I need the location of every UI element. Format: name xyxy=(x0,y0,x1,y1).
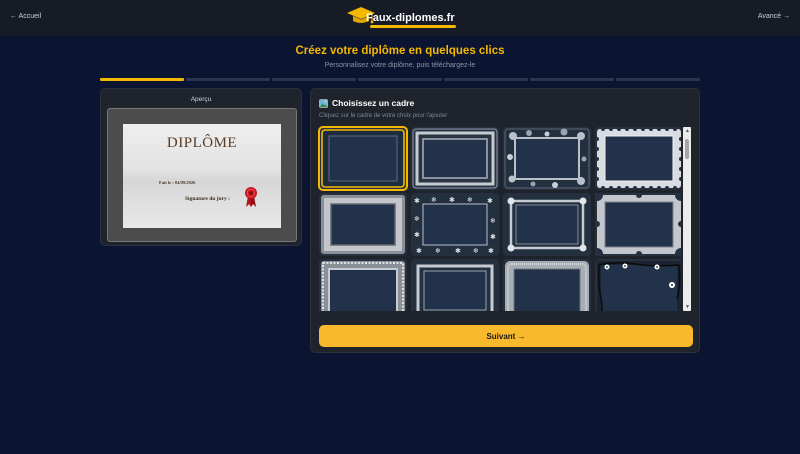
frames-scrollbar[interactable]: ▲ ▼ xyxy=(683,127,691,311)
svg-text:❄: ❄ xyxy=(435,247,441,255)
frame-option-notched[interactable] xyxy=(595,193,681,256)
page-title: Créez votre diplôme en quelques clics xyxy=(295,45,505,57)
svg-text:✱: ✱ xyxy=(449,196,455,204)
progress-step xyxy=(444,78,528,81)
frame-option-snowflakes[interactable]: ✱ ❄ ✱ ❄ ✱ ❄ ❄ ✱ ✱ ✱ ❄ ✱ ❄ ✱ xyxy=(411,193,499,256)
frames-grid: ✱ ❄ ✱ ❄ ✱ ❄ ❄ ✱ ✱ ✱ ❄ ✱ ❄ ✱ xyxy=(317,125,681,311)
scroll-thumb[interactable] xyxy=(685,139,689,159)
logo-text: Faux-diplomes.fr xyxy=(366,12,455,24)
preview-label: Aperçu xyxy=(190,96,212,103)
frame-option-textured[interactable] xyxy=(503,259,591,311)
scroll-down-icon[interactable]: ▼ xyxy=(685,304,690,310)
logo-underline xyxy=(370,25,456,28)
progress-step xyxy=(272,78,356,81)
scroll-up-icon[interactable]: ▲ xyxy=(685,128,690,134)
svg-text:✱: ✱ xyxy=(490,233,496,241)
diploma-date: Fait le : 04/09/2026 xyxy=(159,180,196,185)
progress-step xyxy=(616,78,700,81)
picture-icon xyxy=(319,98,328,108)
frame-option-classic-silver[interactable] xyxy=(411,259,499,311)
top-bar: ← Accueil Faux-diplomes.fr Avancé → xyxy=(0,0,800,36)
svg-text:✱: ✱ xyxy=(414,231,420,239)
progress-step xyxy=(100,78,184,81)
diploma-signature-label: Signature du jury : xyxy=(185,196,230,202)
frame-option-thick-silver[interactable] xyxy=(319,193,407,256)
frame-option-ornate-corners[interactable] xyxy=(503,193,591,256)
preview-frame: DIPLÔME Fait le : 04/09/2026 Signature d… xyxy=(107,108,297,242)
step-progress xyxy=(100,78,700,81)
svg-text:❄: ❄ xyxy=(490,217,496,225)
frames-hint: Cliquez sur le cadre de votre choix pour… xyxy=(319,113,448,119)
home-link[interactable]: ← Accueil xyxy=(10,13,41,20)
frame-option-silver-double[interactable] xyxy=(411,127,499,190)
frames-header: Choisissez un cadre xyxy=(319,98,414,108)
svg-text:✱: ✱ xyxy=(414,197,420,205)
progress-step xyxy=(358,78,442,81)
progress-step xyxy=(186,78,270,81)
frames-panel: Choisissez un cadre Cliquez sur le cadre… xyxy=(310,88,700,353)
diploma-preview: DIPLÔME Fait le : 04/09/2026 Signature d… xyxy=(123,124,281,228)
svg-text:✱: ✱ xyxy=(455,247,461,255)
frame-option-plain-yellow[interactable] xyxy=(318,126,408,191)
next-button[interactable]: Suivant → xyxy=(319,325,693,347)
site-logo[interactable]: Faux-diplomes.fr xyxy=(346,5,458,31)
diploma-title: DIPLÔME xyxy=(166,135,238,151)
page-subtitle: Personnalisez votre diplôme, puis téléch… xyxy=(324,62,476,69)
svg-text:❄: ❄ xyxy=(473,247,479,255)
preview-panel: Aperçu DIPLÔME Fait le : 04/09/2026 Sign… xyxy=(100,88,302,246)
svg-text:❄: ❄ xyxy=(414,215,420,223)
svg-text:✱: ✱ xyxy=(488,247,494,255)
svg-text:❄: ❄ xyxy=(431,196,437,204)
wax-seal-icon xyxy=(245,187,257,207)
frame-option-bubbles[interactable] xyxy=(503,127,591,190)
frame-option-scalloped[interactable] xyxy=(595,127,681,190)
svg-text:❄: ❄ xyxy=(467,196,473,204)
svg-text:✱: ✱ xyxy=(416,247,422,255)
frame-option-floral-black[interactable] xyxy=(595,259,681,311)
progress-step xyxy=(530,78,614,81)
advanced-link[interactable]: Avancé → xyxy=(758,13,790,20)
svg-text:✱: ✱ xyxy=(487,197,493,205)
frame-option-dotted-silver[interactable] xyxy=(319,259,407,311)
frames-title: Choisissez un cadre xyxy=(332,98,415,108)
